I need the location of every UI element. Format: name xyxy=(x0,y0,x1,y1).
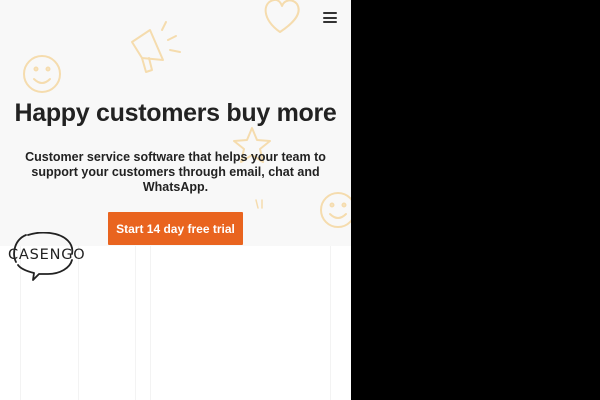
divider xyxy=(135,246,136,400)
smiley-icon xyxy=(320,192,351,228)
hero-headline: Happy customers buy more xyxy=(14,99,337,127)
casengo-logo[interactable]: CASENGO xyxy=(6,232,85,282)
hamburger-menu-icon[interactable] xyxy=(323,12,337,26)
free-trial-button[interactable]: Start 14 day free trial xyxy=(108,212,243,245)
menu-bar xyxy=(323,16,337,19)
menu-bar xyxy=(323,21,337,23)
megaphone-icon xyxy=(131,21,181,73)
logo-wordmark: CASENGO xyxy=(8,247,86,263)
smiley-icon xyxy=(23,55,61,93)
browser-viewport: Happy customers buy more Customer servic… xyxy=(0,0,351,400)
menu-bar xyxy=(323,12,337,14)
hero-subtitle: Customer service software that helps you… xyxy=(25,150,326,194)
heart-icon xyxy=(264,0,300,33)
hero-section: Happy customers buy more Customer servic… xyxy=(0,0,351,246)
divider xyxy=(330,246,331,400)
divider xyxy=(150,246,151,400)
